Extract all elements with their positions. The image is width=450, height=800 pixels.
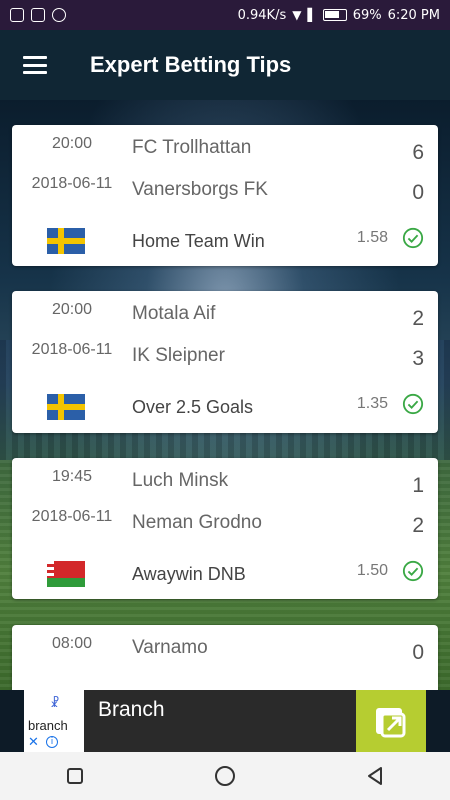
tip-card[interactable]: 19:45 2018-06-11 Luch Minsk Neman Grodno… bbox=[12, 458, 438, 599]
network-speed: 0.94K/s bbox=[237, 7, 287, 23]
away-team: Vanersborgs FK bbox=[132, 179, 268, 200]
match-time: 20:00 bbox=[51, 301, 93, 318]
tip-label: Awaywin DNB bbox=[132, 564, 246, 584]
away-score: 2 bbox=[412, 514, 424, 537]
recents-button[interactable] bbox=[55, 756, 95, 796]
circle-icon bbox=[215, 766, 235, 786]
open-link-button[interactable] bbox=[356, 690, 426, 752]
branch-logo-icon: ☧ bbox=[50, 696, 60, 710]
home-team: Luch Minsk bbox=[132, 470, 229, 491]
close-icon[interactable]: ✕ bbox=[28, 735, 39, 750]
away-team: IK Sleipner bbox=[132, 345, 225, 366]
triangle-back-icon bbox=[368, 767, 382, 785]
away-team: Neman Grodno bbox=[132, 512, 262, 533]
square-icon bbox=[67, 768, 83, 784]
open-external-icon bbox=[376, 708, 406, 738]
odds-value: 1.50 bbox=[356, 562, 388, 579]
ad-logo[interactable]: ☧ branch ✕ i bbox=[24, 690, 84, 752]
home-score: 0 bbox=[412, 641, 424, 664]
b-icon bbox=[52, 8, 66, 22]
status-bar: 0.94K/s ▼ ▌ 69% 6:20 PM bbox=[0, 0, 450, 30]
match-date: 2018-06-11 bbox=[31, 508, 113, 525]
status-icons-right: 0.94K/s ▼ ▌ 69% 6:20 PM bbox=[238, 8, 440, 23]
odds-value: 1.35 bbox=[356, 395, 388, 412]
home-score: 6 bbox=[412, 141, 424, 164]
away-score: 3 bbox=[412, 347, 424, 370]
home-score: 1 bbox=[412, 474, 424, 497]
info-icon[interactable]: i bbox=[46, 736, 58, 748]
shield-icon bbox=[10, 8, 24, 22]
match-time: 19:45 bbox=[51, 468, 93, 485]
ad-logo-text: branch bbox=[28, 718, 68, 733]
wifi-icon: ▼ bbox=[292, 8, 302, 22]
back-button[interactable] bbox=[355, 756, 395, 796]
battery-percent: 69% bbox=[352, 7, 382, 23]
tip-card[interactable]: 20:00 2018-06-11 FC Trollhattan Vanersbo… bbox=[12, 125, 438, 266]
match-time: 20:00 bbox=[51, 135, 93, 152]
ad-title[interactable]: Branch bbox=[98, 698, 356, 752]
belarus-flag-icon bbox=[47, 561, 85, 587]
battery-icon bbox=[322, 9, 347, 21]
check-circle-icon bbox=[402, 227, 424, 249]
system-nav-bar bbox=[0, 752, 450, 800]
status-icons-left bbox=[10, 8, 66, 22]
sweden-flag-icon bbox=[47, 228, 85, 254]
sweden-flag-icon bbox=[47, 394, 85, 420]
app-bar: Expert Betting Tips bbox=[0, 30, 450, 100]
home-button[interactable] bbox=[205, 756, 245, 796]
home-team: Varnamo bbox=[132, 637, 208, 658]
home-team: Motala Aif bbox=[132, 303, 216, 324]
tips-list[interactable]: 20:00 2018-06-11 FC Trollhattan Vanersbo… bbox=[0, 100, 450, 690]
ad-banner[interactable]: ☧ branch ✕ i Branch bbox=[24, 690, 426, 752]
tip-card[interactable]: 08:00 Varnamo 0 bbox=[12, 625, 438, 690]
home-score: 2 bbox=[412, 307, 424, 330]
match-time: 08:00 bbox=[51, 635, 93, 652]
home-team: FC Trollhattan bbox=[132, 137, 252, 158]
check-circle-icon bbox=[402, 393, 424, 415]
tip-label: Over 2.5 Goals bbox=[132, 397, 254, 417]
clock: 6:20 PM bbox=[387, 7, 440, 23]
match-date: 2018-06-11 bbox=[31, 175, 113, 192]
check-circle-icon bbox=[402, 560, 424, 582]
page-title: Expert Betting Tips bbox=[90, 52, 292, 77]
signal-icon: ▌ bbox=[307, 8, 317, 22]
hamburger-menu-icon[interactable] bbox=[23, 56, 47, 74]
away-score: 0 bbox=[412, 181, 424, 204]
tip-label: Home Team Win bbox=[132, 231, 265, 251]
image-icon bbox=[31, 8, 45, 22]
odds-value: 1.58 bbox=[356, 229, 388, 246]
match-date: 2018-06-11 bbox=[31, 341, 113, 358]
tip-card[interactable]: 20:00 2018-06-11 Motala Aif IK Sleipner … bbox=[12, 291, 438, 433]
